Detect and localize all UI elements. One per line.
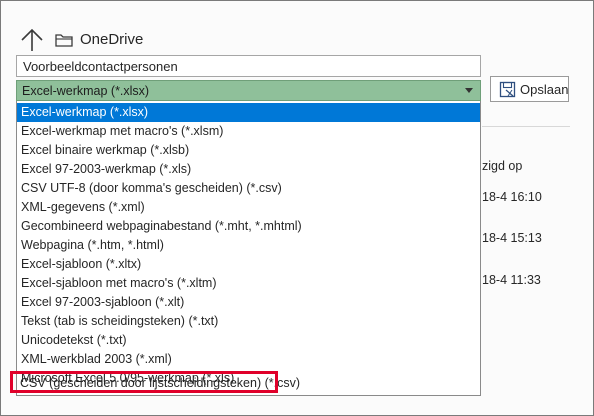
format-option-xltm[interactable]: Excel-sjabloon met macro's (*.xltm)	[17, 274, 480, 293]
location-label[interactable]: OneDrive	[80, 31, 143, 48]
save-button-label: Opslaan	[520, 82, 569, 97]
format-option-txt-tab[interactable]: Tekst (tab is scheidingsteken) (*.txt)	[17, 312, 480, 331]
save-as-panel: OneDrive Voorbeeldcontactpersonen Excel-…	[0, 0, 594, 416]
format-option-xlsm[interactable]: Excel-werkmap met macro's (*.xlsm)	[17, 122, 480, 141]
format-option-mhtml[interactable]: Gecombineerd webpaginabestand (*.mht, *.…	[17, 217, 480, 236]
chevron-down-icon[interactable]	[465, 88, 473, 93]
format-option-xml-data[interactable]: XML-gegevens (*.xml)	[17, 198, 480, 217]
divider	[482, 126, 570, 127]
file-format-select[interactable]: Excel-werkmap (*.xlsx)	[16, 80, 481, 101]
up-arrow-icon[interactable]	[19, 27, 45, 53]
format-option-xlsb[interactable]: Excel binaire werkmap (*.xlsb)	[17, 141, 480, 160]
format-option-xml-2003[interactable]: XML-werkblad 2003 (*.xml)	[17, 350, 480, 369]
format-option-unicode-txt[interactable]: Unicodetekst (*.txt)	[17, 331, 480, 350]
column-header-modified[interactable]: zigd op	[482, 159, 522, 173]
highlight-annotation-box	[10, 371, 278, 393]
format-option-csv-utf8[interactable]: CSV UTF-8 (door komma's gescheiden) (*.c…	[17, 179, 480, 198]
file-format-options-list: Excel-werkmap (*.xlsx) Excel-werkmap met…	[16, 101, 481, 396]
format-option-xltx[interactable]: Excel-sjabloon (*.xltx)	[17, 255, 480, 274]
file-format-selected-value: Excel-werkmap (*.xlsx)	[22, 84, 150, 98]
filename-input[interactable]: Voorbeeldcontactpersonen	[16, 55, 481, 77]
format-option-html[interactable]: Webpagina (*.htm, *.html)	[17, 236, 480, 255]
format-option-xls[interactable]: Excel 97-2003-werkmap (*.xls)	[17, 160, 480, 179]
format-option-xlsx[interactable]: Excel-werkmap (*.xlsx)	[17, 103, 480, 122]
folder-icon	[55, 34, 73, 47]
save-icon	[499, 81, 516, 98]
file-date: 18-4 15:13	[482, 231, 542, 245]
file-date: 18-4 16:10	[482, 190, 542, 204]
save-button[interactable]: Opslaan	[490, 76, 569, 102]
file-date: 18-4 11:33	[482, 273, 541, 287]
format-option-xlt[interactable]: Excel 97-2003-sjabloon (*.xlt)	[17, 293, 480, 312]
